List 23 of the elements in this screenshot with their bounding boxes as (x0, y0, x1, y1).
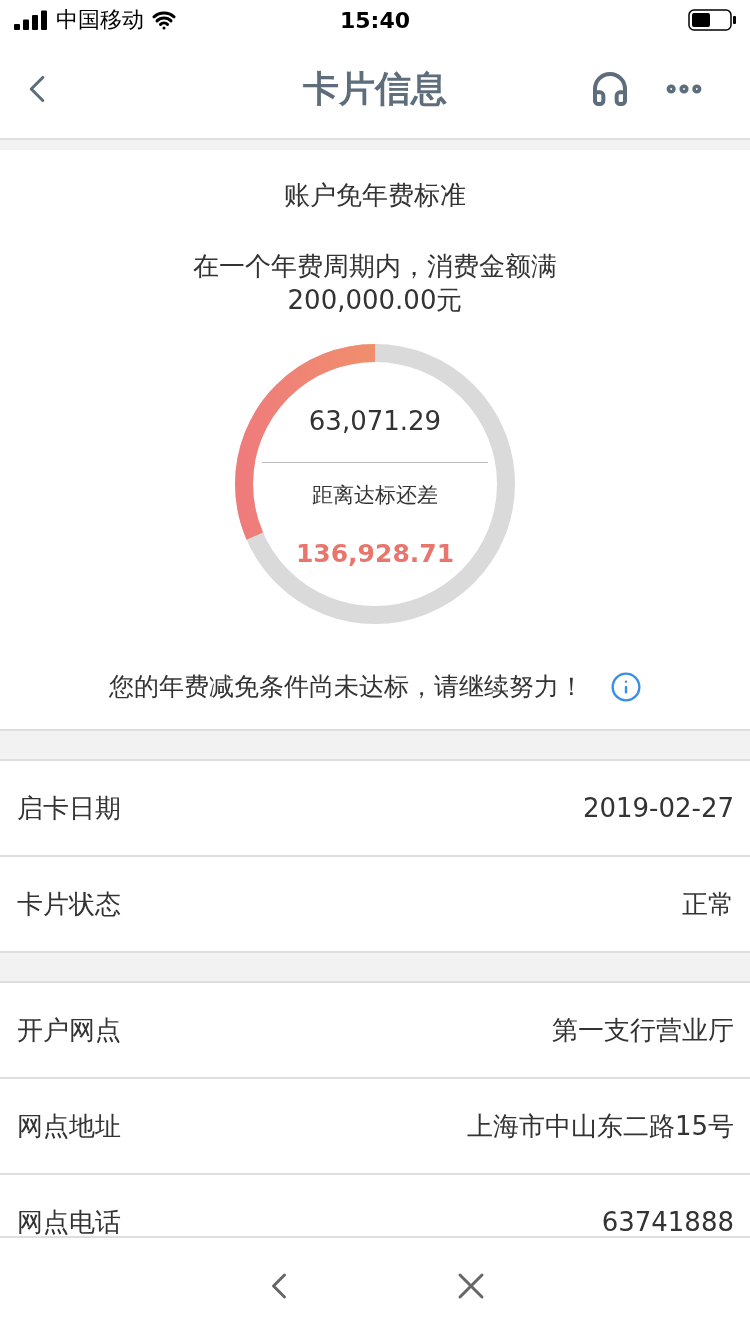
info-icon[interactable] (609, 670, 642, 703)
row-label: 启卡日期 (17, 791, 121, 825)
signal-icon (14, 10, 48, 30)
row-value: 2019-02-27 (582, 793, 734, 823)
clock-time: 15:40 (340, 7, 410, 33)
gap-label: 距离达标还差 (312, 482, 438, 509)
target-amount: 200,000.00元 (287, 284, 463, 317)
notice-text: 您的年费减免条件尚未达标，请继续努力！ (108, 671, 584, 703)
row-label: 网点地址 (17, 1109, 121, 1143)
fee-condition: 在一个年费周期内，消费金额满 (193, 250, 557, 283)
battery-icon (688, 9, 736, 31)
page-title: 卡片信息 (303, 66, 447, 111)
row-value: 63741888 (601, 1207, 734, 1236)
gap-amount: 136,928.71 (295, 539, 455, 568)
row-value: 上海市中山东二路15号 (466, 1109, 734, 1143)
row-label: 开户网点 (17, 1013, 121, 1047)
row-label: 网点电话 (17, 1205, 121, 1236)
row-value: 第一支行营业厅 (552, 1013, 734, 1047)
row-value: 正常 (682, 887, 734, 921)
card-title: 账户免年费标准 (284, 179, 466, 212)
spent-amount: 63,071.29 (308, 406, 442, 436)
row-label: 卡片状态 (17, 887, 121, 921)
carrier-name: 中国移动 (56, 6, 144, 34)
